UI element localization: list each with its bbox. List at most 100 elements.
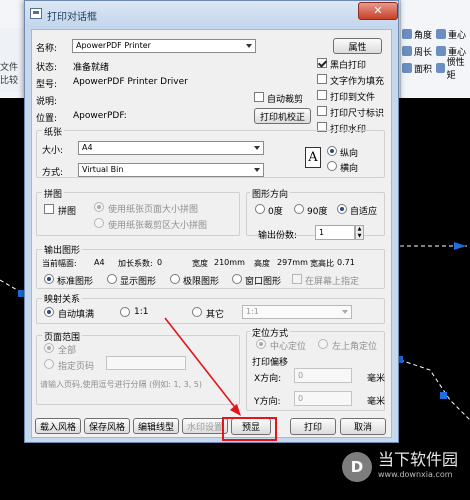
paper-size-label: 大小: — [42, 146, 64, 156]
on-screen-checkbox[interactable] — [292, 274, 302, 284]
output-mode-radio[interactable] — [107, 274, 117, 284]
center-position-label: 中心定位 — [270, 342, 307, 352]
option-checkbox[interactable] — [317, 90, 327, 100]
direction-radio[interactable] — [294, 204, 304, 214]
save-style-button[interactable]: 保存风格 — [84, 418, 130, 434]
edit-linetype-button[interactable]: 编辑线型 — [133, 418, 179, 434]
load-style-button[interactable]: 载入风格 — [35, 418, 81, 434]
paper-source-label: 方式: — [42, 168, 64, 178]
printer-name-select[interactable]: ApowerPDF Printer — [72, 39, 256, 53]
ribbon-tool-label: 周长 — [414, 47, 433, 58]
watermark-url: www.downxia.com — [378, 470, 453, 479]
auto-crop-checkbox[interactable] — [254, 92, 264, 102]
printer-calibrate-button[interactable]: 打印机校正 — [254, 108, 311, 124]
output-info-value: A4 — [94, 258, 105, 267]
chevron-down-icon — [246, 44, 252, 48]
measure-tool-icon — [402, 29, 412, 39]
other-ratio-radio[interactable] — [192, 307, 202, 317]
ribbon-tool-label: 角度 — [414, 30, 433, 41]
measure-tool-icon — [402, 63, 412, 73]
option-checkbox[interactable] — [317, 58, 327, 68]
one-to-one-label: 1:1 — [134, 307, 149, 317]
option-checkbox[interactable] — [317, 106, 327, 116]
all-pages-label: 全部 — [58, 346, 77, 356]
preview-highlight-box — [222, 417, 277, 441]
paper-size-select[interactable]: A4 — [78, 141, 264, 155]
top-left-position-radio[interactable] — [318, 339, 328, 349]
ribbon-tool-item[interactable]: 周长 — [402, 43, 432, 59]
dialog-titlebar[interactable]: 打印对话框 ✕ — [25, 1, 398, 27]
print-button[interactable]: 打印 — [290, 418, 336, 435]
portrait-radio[interactable] — [327, 146, 337, 156]
output-info-label: 当前幅面: — [42, 259, 77, 268]
ribbon-tool-label: 重心 — [448, 30, 467, 41]
output-info-value: 297mm — [277, 258, 308, 267]
auto-fill-label: 自动填满 — [58, 310, 95, 320]
y-offset-unit: 毫米 — [367, 397, 386, 407]
y-offset-input[interactable]: 0 — [294, 391, 352, 406]
center-position-radio[interactable] — [256, 339, 266, 349]
print-offset-label: 打印偏移 — [252, 358, 289, 368]
tiling-checkbox-label: 拼图 — [58, 207, 77, 217]
comment-label: 说明: — [36, 97, 58, 107]
output-info-value: 210mm — [214, 258, 245, 267]
grip-point — [440, 392, 447, 399]
auto-fill-radio[interactable] — [44, 307, 54, 317]
output-mode-label: 极限图形 — [183, 277, 220, 287]
output-info-label: 宽度 — [192, 259, 208, 268]
dashed-line-right — [399, 359, 470, 421]
direction-radio[interactable] — [255, 204, 265, 214]
tile-page-size-radio[interactable] — [94, 202, 104, 212]
option-checkbox[interactable] — [317, 74, 327, 84]
copies-input[interactable]: 1 — [315, 225, 355, 240]
dialog-title: 打印对话框 — [47, 12, 97, 23]
output-info-value: 0.71 — [337, 258, 355, 267]
direction-label: 自适应 — [350, 207, 378, 217]
chevron-down-icon — [254, 168, 260, 172]
page-numbers-input[interactable] — [106, 356, 186, 370]
chevron-down-icon — [342, 310, 348, 314]
option-checkbox-label: 打印到文件 — [330, 93, 376, 103]
output-mode-radio[interactable] — [44, 274, 54, 284]
arrow-head-right — [454, 242, 466, 250]
one-to-one-radio[interactable] — [120, 307, 130, 317]
ribbon-tool-item[interactable]: 惯性矩 — [436, 58, 470, 81]
page-orientation-icon: A — [305, 147, 321, 168]
paper-source-select[interactable]: Virtual Bin — [78, 163, 264, 177]
ribbon-tool-item[interactable]: 面积 — [402, 60, 432, 76]
measure-tool-icon — [436, 63, 445, 73]
direction-label: 0度 — [268, 207, 283, 217]
x-offset-unit: 毫米 — [367, 374, 386, 384]
ratio-select[interactable]: 1:1 — [242, 305, 352, 319]
all-pages-radio[interactable] — [44, 343, 54, 353]
tiling-checkbox[interactable] — [44, 204, 54, 214]
on-screen-label: 在屏幕上指定 — [305, 277, 360, 287]
cancel-button[interactable]: 取消 — [340, 418, 386, 435]
specify-pages-radio[interactable] — [44, 359, 54, 369]
paper-group-title: 纸张 — [42, 125, 65, 138]
output-mode-radio[interactable] — [170, 274, 180, 284]
watermark-logo-icon: D — [342, 452, 372, 482]
ratio-value: 1:1 — [246, 307, 259, 316]
copies-label: 输出份数: — [258, 231, 298, 241]
ribbon-tool-item[interactable]: 重心 — [436, 26, 466, 42]
x-offset-input[interactable]: 0 — [294, 368, 352, 383]
direction-group-title: 图形方向 — [250, 187, 291, 200]
ribbon-tool-item[interactable]: 角度 — [402, 26, 432, 42]
tile-crop-size-label: 使用纸张裁剪区大小拼图 — [108, 221, 208, 231]
ribbon-tool-label: 惯性矩 — [446, 58, 465, 81]
landscape-radio[interactable] — [327, 161, 337, 171]
mapping-group-title: 映射关系 — [42, 292, 83, 305]
model-label: 型号: — [36, 80, 58, 90]
direction-radio[interactable] — [337, 204, 347, 214]
tile-crop-size-radio[interactable] — [94, 218, 104, 228]
tiling-group-title: 拼图 — [42, 187, 65, 200]
status-value: 准备就绪 — [73, 63, 110, 73]
printer-name-value: ApowerPDF Printer — [76, 41, 151, 50]
close-button[interactable]: ✕ — [358, 2, 398, 20]
copies-spinner[interactable]: ▲ ▼ — [355, 225, 364, 240]
output-mode-radio[interactable] — [232, 274, 242, 284]
properties-button[interactable]: 属性 — [333, 38, 382, 54]
output-group-title: 输出图形 — [42, 243, 83, 256]
y-offset-label: Y方向: — [254, 397, 281, 407]
